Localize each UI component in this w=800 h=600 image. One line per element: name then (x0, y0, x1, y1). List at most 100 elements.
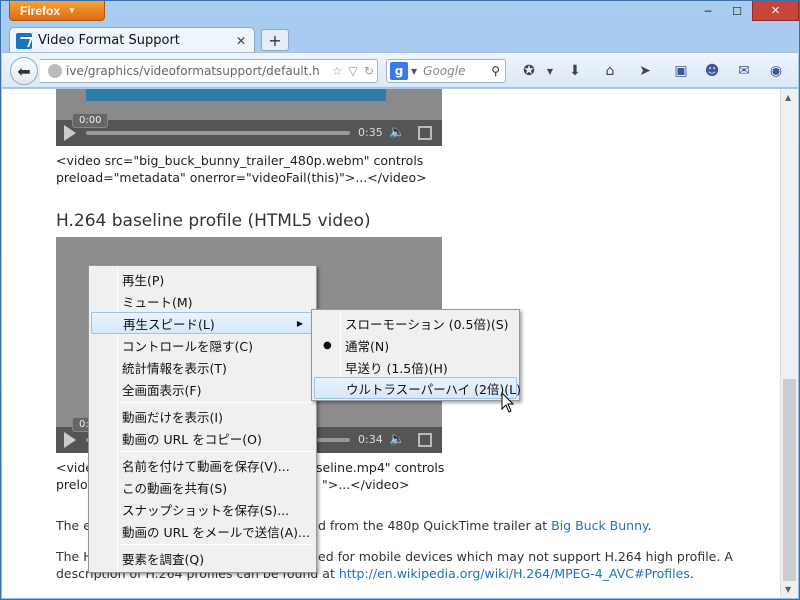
paragraph-text: d from the 480p QuickTime trailer at (318, 518, 552, 533)
search-box[interactable]: g ▼ Google ⚲ (386, 59, 506, 83)
submenu-arrow-icon: ▶ (296, 318, 303, 328)
menu-item-email-url[interactable]: 動画の URL をメールで送信(A)... (91, 520, 314, 542)
search-placeholder: Google (423, 64, 466, 78)
video-player-webm[interactable]: 0:35 🔈 0:00 (56, 89, 442, 146)
paragraph-fragment: The e (56, 518, 91, 533)
search-icon[interactable]: ⚲ (491, 64, 500, 78)
reload-icon[interactable]: ↻ (361, 64, 377, 78)
minimize-button[interactable]: ─ (693, 1, 723, 21)
menu-separator (120, 544, 313, 545)
menu-item-save-video-as[interactable]: 名前を付けて動画を保存(V)... (91, 454, 314, 476)
scroll-down-icon[interactable]: ▼ (785, 585, 791, 594)
home-icon[interactable]: ⌂ (599, 61, 621, 81)
fullscreen-icon[interactable] (418, 126, 432, 140)
menu-item-label: 動画だけを表示(I) (122, 409, 223, 425)
scrollbar-thumb[interactable] (783, 379, 796, 581)
chat-icon[interactable]: ✉ (733, 61, 755, 81)
menu-item-speed-ultra[interactable]: ウルトラスーパーハイ (2倍)(L) (314, 377, 521, 399)
facebook-icon[interactable]: ▣ (670, 61, 692, 81)
menu-item-label: 再生スピード(L) (123, 316, 215, 332)
code-fragment: seline.mp4" controls (316, 460, 445, 475)
menu-item-inspect-element[interactable]: 要素を調査(Q) (91, 547, 314, 569)
firefox-menu-button[interactable]: Firefox ▼ (9, 1, 105, 21)
menu-item-play[interactable]: 再生(P) (91, 268, 314, 290)
menu-item-label: 通常(N) (345, 338, 390, 354)
firefox-menu-label: Firefox (20, 3, 61, 18)
menu-item-label: 動画の URL をコピー(O) (122, 431, 262, 447)
maximize-button[interactable]: ☐ (723, 1, 751, 21)
big-buck-bunny-link[interactable]: Big Buck Bunny (551, 518, 648, 533)
paragraph-2: ed for mobile devices which may not supp… (318, 549, 733, 564)
menu-item-view-video[interactable]: 動画だけを表示(I) (91, 405, 314, 427)
menu-item-label: 再生(P) (122, 272, 165, 288)
menu-item-playback-speed[interactable]: 再生スピード(L) ▶ (91, 312, 314, 334)
video-controls: 0:35 🔈 (56, 120, 442, 146)
section-heading: H.264 baseline profile (HTML5 video) (56, 211, 371, 231)
engine-dropdown-icon[interactable]: ▼ (411, 67, 417, 76)
menu-item-hide-controls[interactable]: コントロールを隠す(C) (91, 334, 314, 356)
wikipedia-profiles-link[interactable]: http://en.wikipedia.org/wiki/H.264/MPEG-… (339, 566, 690, 581)
playback-speed-submenu: スローモーション (0.5倍)(S) ● 通常(N) 早送り (1.5倍)(H) … (311, 309, 521, 401)
fullscreen-icon[interactable] (418, 433, 432, 447)
paragraph-1: d from the 480p QuickTime trailer at Big… (318, 517, 652, 534)
send-icon[interactable]: ➤ (634, 61, 656, 81)
globe-notifications-icon[interactable]: ◉ (765, 61, 787, 81)
url-bar[interactable]: ive/graphics/videoformatsupport/default.… (40, 59, 378, 83)
code-snippet-webm: <video src="big_buck_bunny_trailer_480p.… (56, 153, 427, 185)
menu-item-fullscreen[interactable]: 全画面表示(F) (91, 378, 314, 400)
scroll-up-icon[interactable]: ▲ (785, 93, 791, 102)
close-tab-icon[interactable]: ✕ (236, 34, 246, 48)
menu-item-speed-normal[interactable]: ● 通常(N) (314, 334, 517, 356)
vertical-scrollbar[interactable]: ▲ ▼ (780, 89, 798, 598)
menu-item-label: 統計情報を表示(T) (122, 360, 227, 376)
menu-item-speed-fast[interactable]: 早送り (1.5倍)(H) (314, 356, 517, 378)
history-dropdown-icon[interactable]: ▽ (345, 64, 361, 78)
menu-item-speed-slow[interactable]: スローモーション (0.5倍)(S) (314, 312, 517, 334)
bookmark-star-icon[interactable]: ☆ (329, 64, 345, 78)
bookmarks-menu-icon[interactable]: ✪ (518, 61, 540, 81)
globe-icon (48, 64, 62, 78)
code-fragment: ">...</video> (322, 477, 410, 492)
url-text: ive/graphics/videoformatsupport/default.… (66, 64, 320, 78)
menu-item-label: スローモーション (0.5倍)(S) (345, 316, 509, 332)
close-window-button[interactable]: ✕ (752, 1, 799, 21)
new-tab-button[interactable]: + (261, 29, 289, 51)
chevron-down-icon: ▼ (68, 6, 76, 15)
bookmarks-dropdown-icon[interactable]: ▼ (539, 61, 561, 81)
menu-item-label: スナップショットを保存(S)... (122, 502, 290, 518)
menu-item-label: ウルトラスーパーハイ (2倍)(L) (346, 381, 522, 397)
video-context-menu: 再生(P) ミュート(M) 再生スピード(L) ▶ コントロールを隠す(C) 統計… (88, 265, 317, 573)
volume-icon[interactable]: 🔈 (389, 432, 405, 447)
play-icon[interactable] (64, 432, 76, 448)
menu-item-label: ミュート(M) (122, 294, 193, 310)
menu-item-copy-url[interactable]: 動画の URL をコピー(O) (91, 427, 314, 449)
paragraph-text: . (689, 566, 694, 581)
menu-item-share-video[interactable]: この動画を共有(S) (91, 476, 314, 498)
duration-label: 0:35 (358, 126, 383, 139)
downloads-icon[interactable]: ⬇ (564, 61, 586, 81)
volume-icon[interactable]: 🔈 (389, 125, 405, 140)
navigation-toolbar: ⬅ ive/graphics/videoformatsupport/defaul… (2, 52, 798, 88)
back-button[interactable]: ⬅ (10, 57, 38, 85)
mouse-cursor-icon (501, 392, 515, 413)
paragraph-text: . (647, 518, 652, 533)
site-favicon-icon (16, 32, 32, 49)
seek-bar[interactable] (86, 131, 350, 135)
menu-item-mute[interactable]: ミュート(M) (91, 290, 314, 312)
menu-item-label: 全画面表示(F) (122, 382, 202, 398)
menu-item-label: 名前を付けて動画を保存(V)... (122, 458, 290, 474)
video-frame-image (86, 89, 386, 101)
menu-item-label: 要素を調査(Q) (122, 551, 205, 567)
menu-item-label: この動画を共有(S) (122, 480, 228, 496)
radio-selected-icon: ● (323, 339, 332, 351)
menu-item-show-stats[interactable]: 統計情報を表示(T) (91, 356, 314, 378)
menu-item-save-snapshot[interactable]: スナップショットを保存(S)... (91, 498, 314, 520)
menu-item-label: 早送り (1.5倍)(H) (345, 360, 448, 376)
tab-video-format-support[interactable]: Video Format Support ✕ (9, 27, 255, 53)
menu-separator (120, 402, 313, 403)
time-tooltip: 0:00 (72, 113, 109, 128)
google-icon[interactable]: g (390, 62, 408, 80)
menu-separator (120, 451, 313, 452)
friends-icon[interactable]: ☻ (701, 61, 723, 81)
menu-item-label: 動画の URL をメールで送信(A)... (122, 524, 310, 540)
